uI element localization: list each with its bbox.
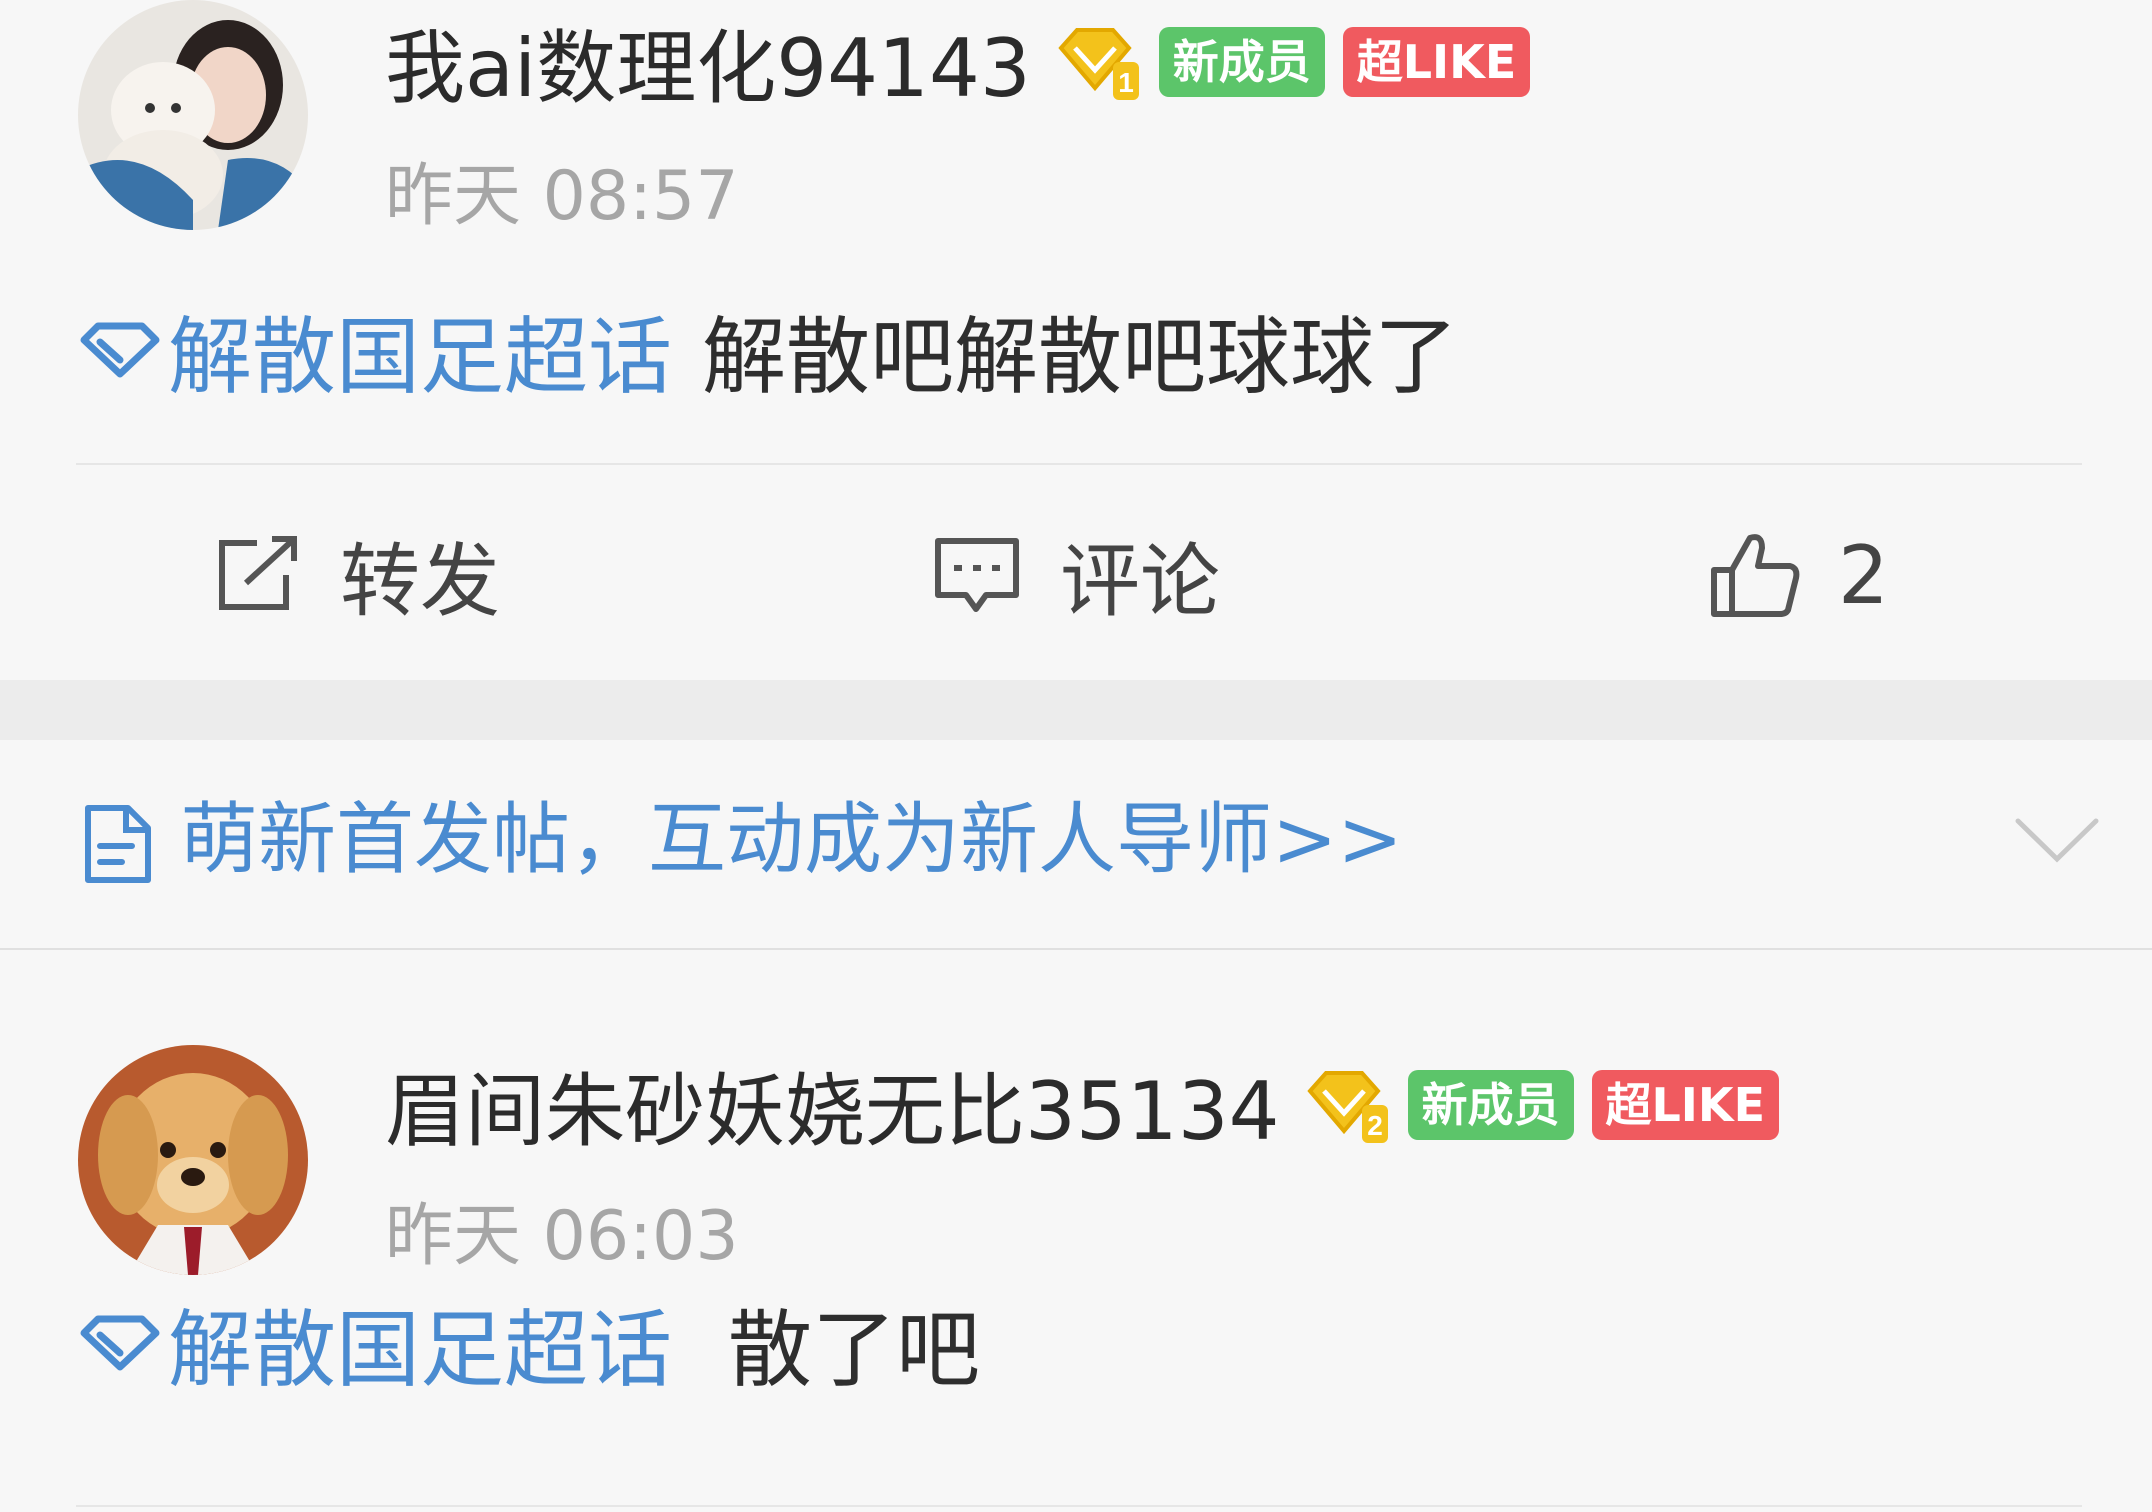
comment-icon: [935, 538, 1019, 612]
repost-label: 转发: [340, 535, 500, 628]
like-button[interactable]: 2: [1708, 515, 1889, 635]
divider: [76, 463, 2082, 465]
user-info-line: 我ai数理化94143 1 新成员 超LIKE: [385, 12, 1531, 115]
avatar-image: [78, 1045, 308, 1275]
thumbs-up-icon: [1711, 534, 1800, 617]
user-info-line: 眉间朱砂妖娆无比35134 2 新成员 超LIKE: [385, 1055, 1779, 1158]
post-text: 散了吧: [728, 1300, 981, 1399]
supertopic-diamond-icon: [78, 320, 162, 380]
post-time: 昨天 08:57: [385, 157, 739, 236]
level-number: 2: [1367, 1110, 1383, 1141]
like-count: 2: [1838, 528, 1889, 622]
repost-button[interactable]: 转发: [212, 515, 500, 635]
post-text: 解散吧解散吧球球了: [702, 307, 1459, 406]
new-member-tag: 新成员: [1407, 1070, 1574, 1140]
comment-button[interactable]: 评论: [932, 515, 1220, 635]
divider: [76, 1505, 2082, 1507]
fan-level-badge-icon: 1: [1053, 22, 1141, 102]
post-content: 解散国足超话 散了吧: [78, 1288, 980, 1399]
newbie-notice-bar[interactable]: 萌新首发帖，互动成为新人导师>>: [0, 740, 2152, 950]
supertopic-link[interactable]: 解散国足超话: [168, 1283, 672, 1404]
repost-icon: [219, 536, 297, 610]
post-actions: 转发 评论 2: [0, 515, 2152, 635]
new-member-tag: 新成员: [1158, 27, 1325, 97]
supertopic-link[interactable]: 解散国足超话: [168, 290, 672, 411]
section-separator: [0, 680, 2152, 740]
post-card-1: 我ai数理化94143 1 新成员 超LIKE 昨天 08:57 解散国足超话 …: [0, 0, 2152, 680]
document-icon: [85, 805, 151, 883]
fan-level-badge-icon: 2: [1302, 1065, 1390, 1145]
avatar-image: [78, 0, 308, 230]
level-number: 1: [1118, 67, 1134, 98]
notice-link[interactable]: 萌新首发帖，互动成为新人导师>>: [180, 785, 1403, 895]
supertopic-diamond-icon: [78, 1313, 162, 1373]
comment-label: 评论: [1060, 535, 1220, 628]
username[interactable]: 我ai数理化94143: [385, 4, 1031, 120]
post-time: 昨天 06:03: [385, 1197, 739, 1276]
user-avatar[interactable]: [78, 0, 308, 230]
super-like-tag: 超LIKE: [1342, 27, 1531, 97]
username[interactable]: 眉间朱砂妖娆无比35134: [385, 1047, 1280, 1163]
chevron-down-icon[interactable]: [2014, 815, 2100, 867]
post-content: 解散国足超话 解散吧解散吧球球了: [78, 295, 1458, 406]
post-card-2: 眉间朱砂妖娆无比35134 2 新成员 超LIKE 昨天 06:03 解散国足超…: [0, 950, 2152, 1510]
user-avatar[interactable]: [78, 1045, 308, 1275]
super-like-tag: 超LIKE: [1591, 1070, 1779, 1140]
